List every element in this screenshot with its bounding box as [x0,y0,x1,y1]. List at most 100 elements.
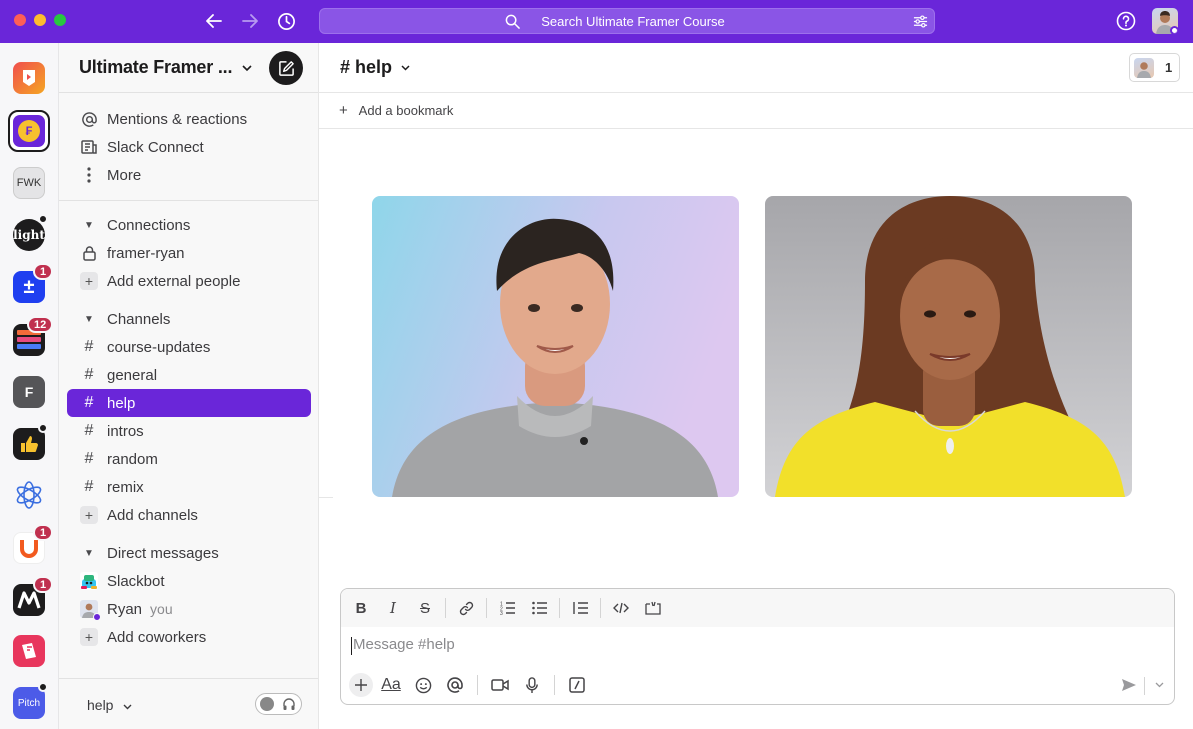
sidebar-item-remix[interactable]: # remix [67,473,311,501]
sidebar-item-label: Ryan [107,600,143,618]
member-avatar [1134,57,1154,78]
sidebar-item-course-updates[interactable]: # course-updates [67,333,311,361]
sidebar-item-help[interactable]: # help [67,389,311,417]
ordered-list-icon[interactable]: 123 [495,597,519,619]
plus-icon: + [80,628,98,646]
help-icon[interactable] [1116,11,1136,36]
code-block-icon[interactable] [641,597,665,619]
code-icon[interactable] [609,597,633,619]
section-header-direct-messages[interactable]: ▼ Direct messages [67,539,311,567]
workspace-rail: ₣ FWK light ± 1 12 F 1 1 Pitch [0,43,59,729]
ultimate-framer-course[interactable]: ₣ [8,110,50,152]
plus-icon: + [339,102,348,119]
channel-title[interactable]: # help [340,57,410,78]
strikethrough-button[interactable]: S [413,597,437,619]
toolbar-divider [600,598,601,618]
section-header-channels[interactable]: ▼ Channels [67,305,311,333]
sidebar-item-mentions[interactable]: Mentions & reactions [67,105,311,133]
mention-icon[interactable] [443,673,467,697]
workspace-f[interactable]: F [13,376,45,408]
search-bar[interactable]: Search Ultimate Framer Course [319,8,935,34]
minimize-window-button[interactable] [34,14,46,26]
chevron-down-icon[interactable] [1147,673,1171,697]
message-composer: B I S 123 Message #help Aa [340,588,1175,705]
emoji-icon[interactable] [411,673,435,697]
members-button[interactable]: 1 [1129,53,1180,82]
sidebar-item-slackbot[interactable]: Slackbot [67,567,311,595]
plus-attach-button[interactable] [349,673,373,697]
sidebar-item-ryan[interactable]: Ryan you [67,595,311,623]
huddle-channel-selector[interactable]: help [87,697,132,713]
caret-down-icon: ▼ [84,219,94,231]
workspace-red[interactable] [13,635,45,667]
sidebar-item-label: Add coworkers [107,628,207,646]
message-image-man[interactable] [372,196,739,497]
slack-app: Search Ultimate Framer Course ₣ FWK ligh… [0,0,1193,729]
workspace-pitch-dot [38,682,48,692]
history-clock-icon[interactable] [275,11,297,31]
sidebar-item-add-external-people[interactable]: + Add external people [67,267,311,295]
message-image-woman[interactable] [765,196,1132,497]
sidebar-item-label: course-updates [107,338,211,356]
huddle-channel-label: help [87,697,114,713]
workspace-light-label: light [13,228,45,242]
sidebar-item-add-channels[interactable]: + Add channels [67,501,311,529]
workspace-pitch-label: Pitch [17,697,41,709]
workspace-1[interactable] [13,62,45,94]
caret-down-icon: ▼ [84,547,94,559]
toggle-knob [260,697,274,711]
section-header-connections[interactable]: ▼ Connections [67,211,311,239]
sidebar-item-label: Mentions & reactions [107,110,248,128]
blockquote-icon[interactable] [568,597,592,619]
bold-button[interactable]: B [349,597,373,619]
workspace-flower[interactable] [13,479,45,511]
compose-button[interactable] [269,51,303,85]
sidebar-item-intros[interactable]: # intros [67,417,311,445]
video-icon[interactable] [488,673,512,697]
sidebar-item-slack-connect[interactable]: Slack Connect [67,133,311,161]
sidebar-item-general[interactable]: # general [67,361,311,389]
toolbar-divider [554,675,555,695]
sidebar-item-label: Slack Connect [107,138,204,156]
chevron-down-icon [401,55,410,75]
sidebar-item-label: help [107,394,136,412]
sidebar-item-random[interactable]: # random [67,445,311,473]
link-icon[interactable] [454,597,478,619]
sidebar-item-framer-ryan[interactable]: framer-ryan [67,239,311,267]
back-arrow-icon[interactable] [203,11,225,31]
format-toggle-button[interactable]: Aa [379,673,403,697]
slackbot-icon [80,572,98,590]
caret-down-icon: ▼ [84,313,94,325]
workspace-pitch[interactable]: Pitch [13,687,45,719]
sidebar-item-label: general [107,366,158,384]
huddle-toggle[interactable] [255,693,302,715]
user-avatar[interactable] [1152,8,1178,34]
sidebar-item-label: remix [107,478,144,496]
section-title: Channels [107,310,171,328]
add-bookmark-button[interactable]: + Add a bookmark [339,102,453,119]
sidebar-item-more[interactable]: More [67,161,311,189]
microphone-icon[interactable] [520,673,544,697]
workspace-header[interactable]: Ultimate Framer ... [59,43,318,93]
bulleted-list-icon[interactable] [527,597,551,619]
section-title: Direct messages [107,544,219,562]
sidebar-item-add-coworkers[interactable]: + Add coworkers [67,623,311,651]
workspace-thumbs[interactable] [13,428,45,460]
search-filter-icon[interactable] [913,14,928,32]
workspace-light-dot [38,214,48,224]
hash-icon: # [84,338,94,355]
forward-arrow-icon[interactable] [239,11,261,31]
message-input[interactable]: Message #help [351,636,455,655]
workspace-fwk[interactable]: FWK [13,167,45,199]
svg-text:3: 3 [500,611,503,615]
italic-button[interactable]: I [381,597,405,619]
hash-icon: # [84,422,94,439]
send-icon[interactable] [1117,673,1141,697]
sidebar-item-label: Add channels [107,506,198,524]
slash-command-icon[interactable] [565,673,589,697]
unread-badge: 1 [33,524,54,541]
workspace-light[interactable]: light [13,219,45,251]
maximize-window-button[interactable] [54,14,66,26]
search-icon [505,14,520,32]
close-window-button[interactable] [14,14,26,26]
